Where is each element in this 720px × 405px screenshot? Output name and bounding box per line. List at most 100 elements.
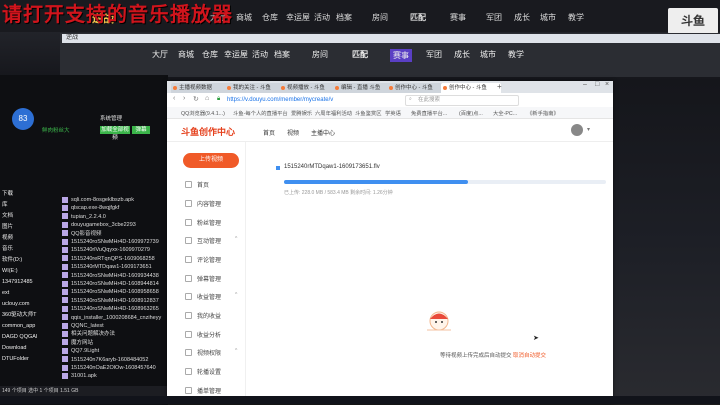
win2-nav-hall[interactable]: 大厅 [152, 49, 168, 60]
site-nav-home[interactable]: 首页 [263, 128, 275, 137]
win2-nav-shop[interactable]: 商城 [178, 49, 194, 60]
folder-tree-item[interactable]: 图片 [2, 223, 60, 232]
win2-nav-city[interactable]: 城市 [480, 49, 496, 60]
game-tab-match[interactable]: 匹配 [410, 12, 426, 23]
sidebar-item[interactable]: 粉丝管理 [197, 218, 221, 227]
win2-nav-warehouse[interactable]: 仓库 [202, 49, 218, 60]
sidebar-item[interactable]: 内容管理 [197, 199, 221, 208]
tab-5[interactable]: 创作中心 - 斗鱼 [387, 83, 447, 93]
game-nav-shop[interactable]: 商城 [236, 12, 252, 23]
sidebar-item[interactable]: 收益管理 [197, 292, 221, 301]
chevron-up-icon[interactable]: ^ [235, 236, 237, 242]
folder-tree-item[interactable]: 音乐 [2, 245, 60, 254]
folder-tree-item[interactable]: WI(E:) [2, 267, 60, 276]
tab-6-active[interactable]: 创作中心 - 斗鱼 [441, 83, 501, 93]
refresh-icon[interactable]: ↻ [193, 95, 199, 103]
folder-tree-item[interactable]: uclouy.com [2, 300, 60, 309]
file-name: qqis_installer_1000208684_cnziheyy [71, 314, 162, 321]
folder-tree-item[interactable]: DAGD QQGAI [2, 333, 60, 342]
bookmark-3[interactable]: 爱腾娱乐 [291, 109, 312, 117]
game-nav-city[interactable]: 城市 [540, 12, 556, 23]
bookmark-8[interactable]: (百度)点... [459, 109, 483, 117]
game-nav-legion[interactable]: 军团 [486, 12, 502, 23]
file-icon [62, 305, 68, 312]
tab-2[interactable]: 我的关注 - 斗鱼 [225, 83, 285, 93]
bookmark-5[interactable]: 斗鱼鉴赏区 [355, 109, 382, 117]
avatar[interactable] [571, 124, 583, 136]
site-nav-video[interactable]: 视频 [287, 128, 299, 137]
folder-tree-item[interactable]: 软件(D:) [2, 256, 60, 265]
sidebar-item[interactable]: 首页 [197, 180, 209, 189]
sidebar-item[interactable]: 评论管理 [197, 255, 221, 264]
sidebar-item[interactable]: 视频权限 [197, 348, 221, 357]
system-manage-label[interactable]: 系统管理 [100, 114, 122, 122]
bookmark-2[interactable]: 斗鱼-每个人的直播平台 [233, 109, 288, 117]
win2-tab-event[interactable]: 赛事 [390, 49, 412, 62]
back-icon[interactable]: ‹ [173, 95, 175, 102]
folder-tree-item[interactable]: 视频 [2, 234, 60, 243]
minimize-icon[interactable]: – [583, 81, 587, 88]
game-tab-event[interactable]: 赛事 [450, 12, 466, 23]
bookmark-10[interactable]: 《新手指南》 [527, 109, 559, 117]
close-icon[interactable]: × [605, 81, 609, 88]
tab-4[interactable]: 编辑 - 直播 斗鱼 [333, 83, 393, 93]
game-nav-warehouse[interactable]: 仓库 [262, 12, 278, 23]
file-list-item[interactable]: 31001.apk [62, 372, 162, 381]
file-icon [62, 238, 68, 245]
bookmark-4[interactable]: 六周年福利活动 [315, 109, 352, 117]
tab-1[interactable]: 主播视频数据 [171, 83, 231, 93]
sidebar-item[interactable]: 播单管理 [197, 386, 221, 395]
win2-nav-archive[interactable]: 档案 [274, 49, 290, 60]
bookmark-9[interactable]: 大全-PC... [493, 109, 517, 117]
folder-tree-item[interactable]: 360驱动大师T [2, 311, 60, 320]
win2-nav-activity[interactable]: 活动 [252, 49, 268, 60]
douyu-corner-logo: 斗鱼 [668, 8, 718, 34]
game-nav-lucky[interactable]: 幸运屋 [286, 12, 310, 23]
win2-tab-room[interactable]: 房间 [312, 49, 328, 60]
url-input[interactable]: https://v.douyu.com/member/mycreate/v [227, 95, 427, 105]
site-nav-anchor[interactable]: 主播中心 [311, 128, 335, 137]
game-nav-growth[interactable]: 成长 [514, 12, 530, 23]
win2-nav-lucky[interactable]: 幸运屋 [224, 49, 248, 60]
win2-nav-tutorial[interactable]: 教学 [508, 49, 524, 60]
game-nav-activity[interactable]: 活动 [314, 12, 330, 23]
file-name: 31001.apk [71, 373, 97, 380]
game-nav-tutorial[interactable]: 教学 [568, 12, 584, 23]
folder-tree-item[interactable]: 1347912485 [2, 278, 60, 287]
folder-tree-item[interactable]: 下载 [2, 190, 60, 199]
upload-video-button[interactable]: 上传视频 [183, 153, 239, 168]
new-tab-icon[interactable]: + [497, 82, 502, 91]
cancel-auto-submit-link[interactable]: 取消自动提交 [513, 353, 546, 359]
folder-tree-item[interactable]: 库 [2, 201, 60, 210]
sidebar-item[interactable]: 我的收益 [197, 311, 221, 320]
forward-icon[interactable]: › [183, 95, 185, 102]
maximize-icon[interactable]: □ [595, 81, 599, 88]
folder-tree-item[interactable]: 文档 [2, 212, 60, 221]
bookmark-6[interactable]: 学英语 [385, 109, 401, 117]
danmu-button[interactable]: 弹幕 [132, 126, 150, 134]
win2-nav-growth[interactable]: 成长 [454, 49, 470, 60]
load-all-videos-button[interactable]: 加载全部视频 [100, 126, 130, 141]
search-input[interactable]: 在此搜索 [405, 95, 519, 106]
game-tab-room[interactable]: 房间 [372, 12, 388, 23]
home-icon[interactable]: ⌂ [205, 95, 209, 102]
folder-tree-item[interactable]: common_app [2, 322, 60, 331]
bookmark-1[interactable]: QQ浏览器(9.4.1...) [181, 109, 225, 117]
sidebar-item[interactable]: 轮播设置 [197, 367, 221, 376]
sidebar-item[interactable]: 收益分析 [197, 330, 221, 339]
bookmark-7[interactable]: 免费直播平台... [411, 109, 447, 117]
chevron-up-icon[interactable]: ^ [235, 292, 237, 298]
win2-nav-legion[interactable]: 军团 [426, 49, 442, 60]
sidebar-item[interactable]: 互动管理 [197, 236, 221, 245]
site-logo[interactable]: 斗鱼创作中心 [181, 125, 251, 137]
folder-tree-item[interactable]: DTUFolder [2, 355, 60, 364]
folder-tree-item[interactable]: Download [2, 344, 60, 353]
tab-3[interactable]: 视频播放 - 斗鱼 [279, 83, 339, 93]
sidebar-item[interactable]: 弹幕管理 [197, 274, 221, 283]
user-menu-icon[interactable]: ▾ [587, 126, 590, 133]
chevron-up-icon[interactable]: ^ [235, 348, 237, 354]
folder-tree-item[interactable]: ext [2, 289, 60, 298]
win2-tab-match[interactable]: 匹配 [352, 49, 368, 60]
counter-badge: 83 [12, 108, 34, 130]
game-nav-archive[interactable]: 档案 [336, 12, 352, 23]
